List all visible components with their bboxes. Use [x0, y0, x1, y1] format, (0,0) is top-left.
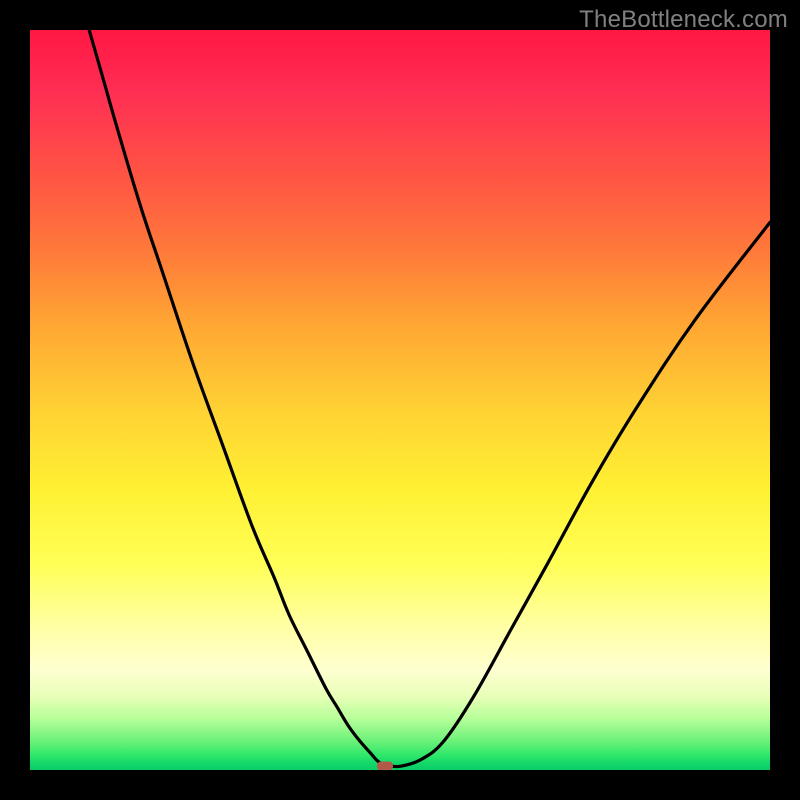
watermark-text: TheBottleneck.com	[579, 6, 788, 34]
optimal-point-marker	[377, 762, 393, 770]
bottleneck-curve	[30, 30, 770, 770]
plot-area	[30, 30, 770, 770]
